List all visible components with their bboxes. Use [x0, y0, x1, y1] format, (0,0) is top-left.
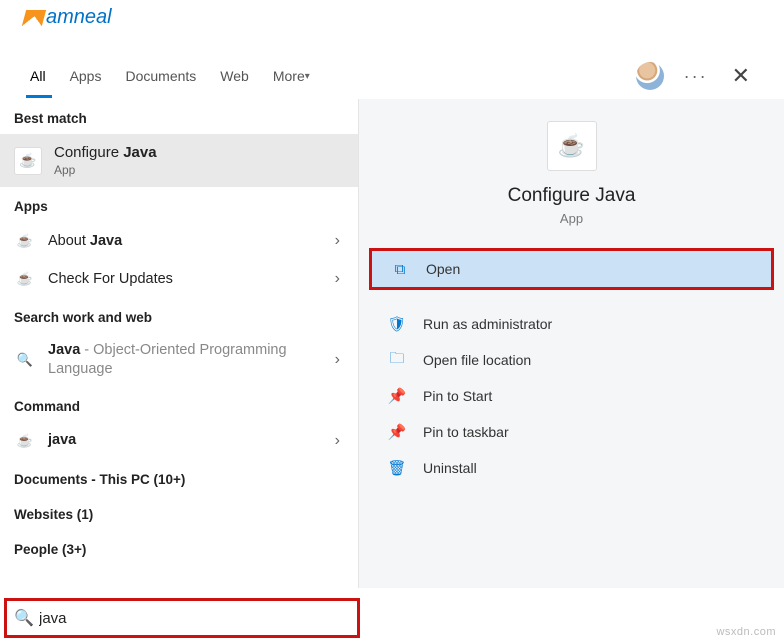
tab-web[interactable]: Web	[208, 56, 261, 96]
search-web-header: Search work and web	[0, 298, 358, 333]
apps-header: Apps	[0, 187, 358, 222]
command-java[interactable]: ☕ java ›	[0, 422, 358, 460]
filter-tabs: All Apps Documents Web More ··· ✕	[0, 56, 784, 96]
search-input[interactable]	[35, 610, 351, 627]
chevron-right-icon: ›	[335, 232, 344, 250]
user-avatar[interactable]	[636, 62, 664, 90]
app-check-updates[interactable]: ☕ Check For Updates ›	[0, 260, 358, 298]
chevron-right-icon: ›	[335, 270, 344, 288]
java-icon: ☕	[14, 433, 36, 449]
web-result-java[interactable]: 🔍 Java - Object-Oriented Programming Lan…	[0, 333, 358, 387]
pin-icon: 📌	[387, 387, 407, 405]
admin-icon: 🛡	[387, 315, 407, 333]
app-about-java[interactable]: ☕ About Java ›	[0, 222, 358, 260]
search-icon: 🔍	[14, 352, 36, 368]
search-icon: 🔍	[13, 608, 35, 628]
java-icon: ☕	[14, 233, 36, 249]
tab-documents[interactable]: Documents	[113, 56, 208, 96]
tab-apps[interactable]: Apps	[58, 56, 114, 96]
close-button[interactable]: ✕	[718, 63, 764, 89]
action-open[interactable]: ⧉ Open	[372, 251, 771, 287]
best-match-header: Best match	[0, 99, 358, 134]
java-icon: ☕	[14, 271, 36, 287]
command-header: Command	[0, 387, 358, 422]
documents-header[interactable]: Documents - This PC (10+)	[0, 460, 358, 495]
app-title: Configure Java	[508, 185, 636, 207]
brand-logo: amneal	[24, 6, 112, 29]
options-menu[interactable]: ···	[674, 66, 718, 87]
websites-header[interactable]: Websites (1)	[0, 495, 358, 530]
search-box[interactable]: 🔍	[4, 598, 360, 638]
action-open-location[interactable]: 🗀 Open file location	[359, 342, 784, 378]
chevron-right-icon: ›	[335, 432, 344, 450]
action-uninstall[interactable]: 🗑 Uninstall	[359, 450, 784, 486]
tab-all[interactable]: All	[20, 56, 58, 96]
best-match-result[interactable]: ☕ Configure Java App	[0, 134, 358, 187]
java-icon: ☕	[14, 147, 42, 175]
action-pin-start[interactable]: 📌 Pin to Start	[359, 378, 784, 414]
action-pin-taskbar[interactable]: 📌 Pin to taskbar	[359, 414, 784, 450]
tab-more[interactable]: More	[261, 56, 322, 96]
open-highlight: ⧉ Open	[369, 248, 774, 290]
action-run-admin[interactable]: 🛡 Run as administrator	[359, 306, 784, 342]
java-icon: ☕	[547, 121, 597, 171]
folder-icon: 🗀	[387, 348, 407, 373]
chevron-right-icon: ›	[335, 351, 344, 369]
app-subtitle: App	[560, 211, 583, 226]
open-icon: ⧉	[390, 261, 410, 278]
trash-icon: 🗑	[387, 459, 407, 477]
pin-icon: 📌	[387, 423, 407, 441]
people-header[interactable]: People (3+)	[0, 530, 358, 565]
watermark: wsxdn.com	[716, 626, 776, 638]
